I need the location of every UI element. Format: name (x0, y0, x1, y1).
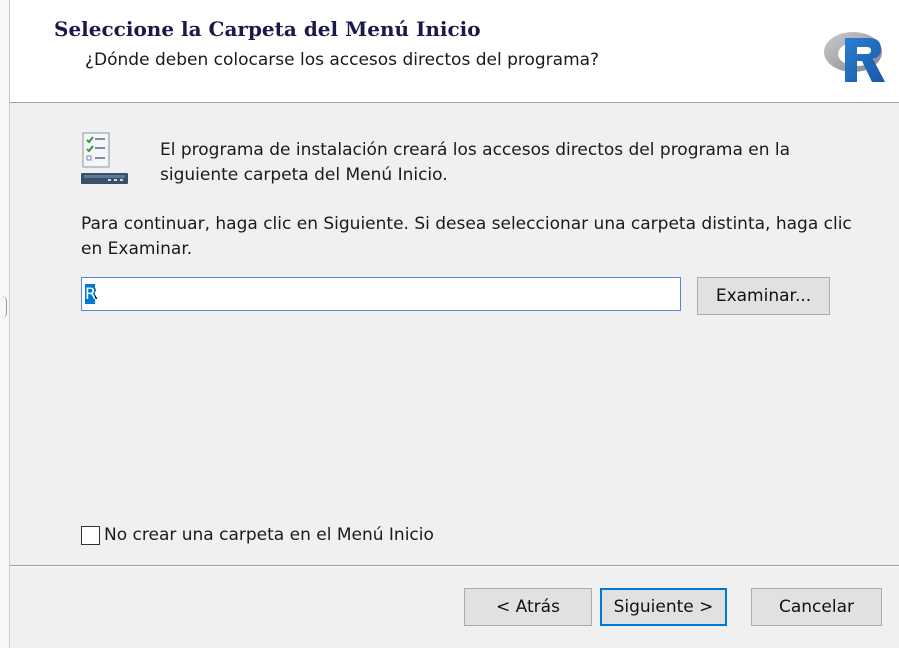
back-button[interactable]: < Atrás (464, 588, 592, 626)
instructions-text: Para continuar, haga clic en Siguiente. … (81, 214, 852, 259)
no-folder-checkbox[interactable] (81, 525, 100, 545)
shortcut-folder-icon (81, 132, 128, 184)
start-menu-folder-input[interactable] (81, 277, 681, 311)
next-button[interactable]: Siguiente > (600, 588, 727, 626)
page-subtitle: ¿Dónde deben colocarse los accesos direc… (85, 50, 600, 70)
setup-wizard-window: Seleccione la Carpeta del Menú Inicio ¿D… (9, 0, 899, 648)
r-logo-icon (824, 32, 885, 82)
wizard-header: Seleccione la Carpeta del Menú Inicio ¿D… (10, 0, 899, 103)
no-folder-label[interactable]: No crear una carpeta en el Menú Inicio (104, 525, 434, 545)
no-folder-option[interactable]: No crear una carpeta en el Menú Inicio (81, 523, 434, 547)
cancel-button[interactable]: Cancelar (751, 588, 882, 626)
edge-nub (2, 296, 7, 318)
intro-text: El programa de instalación creará los ac… (160, 140, 791, 185)
background-window-edge (0, 0, 9, 648)
browse-button[interactable]: Examinar... (697, 277, 830, 315)
selected-text-highlight: R (85, 284, 97, 304)
page-title: Seleccione la Carpeta del Menú Inicio (54, 17, 481, 41)
footer-divider (10, 565, 899, 567)
